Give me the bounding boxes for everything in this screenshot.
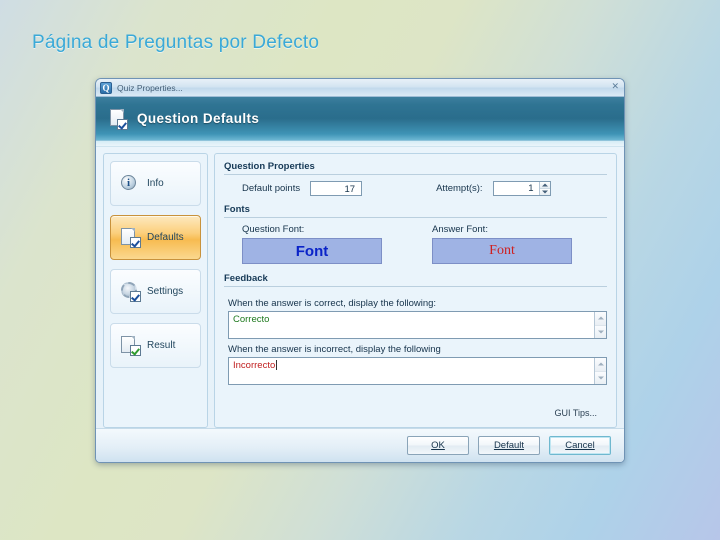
quiz-app-icon: Q	[100, 81, 112, 94]
correct-feedback-field[interactable]: Correcto	[228, 311, 607, 339]
dialog-header: Question Defaults	[96, 97, 624, 141]
correct-feedback-label: When the answer is correct, display the …	[228, 298, 437, 309]
stepper-up-button[interactable]	[539, 182, 550, 189]
scroll-down-button[interactable]	[595, 371, 606, 384]
document-check-icon	[109, 108, 128, 130]
incorrect-feedback-label: When the answer is incorrect, display th…	[228, 344, 441, 355]
question-font-label: Question Font:	[242, 224, 305, 235]
gear-check-icon	[120, 281, 141, 302]
default-points-label: Default points	[242, 183, 301, 194]
sidebar: Info Defaults Settings Result	[103, 153, 208, 428]
answer-font-button[interactable]: Font	[432, 238, 572, 264]
dialog-footer: OK Default Cancel	[96, 428, 624, 462]
incorrect-feedback-text[interactable]: Incorrecto	[229, 358, 594, 384]
group-title-question-properties: Question Properties	[224, 161, 607, 175]
sidebar-item-label: Result	[147, 340, 176, 351]
attempts-stepper[interactable]: 1	[492, 181, 551, 196]
group-title-fonts: Fonts	[224, 204, 607, 218]
sidebar-item-label: Defaults	[147, 232, 184, 243]
group-title-feedback: Feedback	[224, 273, 607, 287]
question-font-button[interactable]: Font	[242, 238, 382, 264]
dialog-body: Info Defaults Settings Result Question P…	[96, 147, 624, 428]
sidebar-item-label: Info	[147, 178, 164, 189]
header-title: Question Defaults	[137, 111, 260, 126]
scroll-up-button[interactable]	[595, 358, 606, 372]
attempts-value[interactable]: 1	[494, 182, 539, 195]
document-check-gear-icon	[120, 335, 141, 356]
ok-button[interactable]: OK	[407, 436, 469, 455]
stepper-down-button[interactable]	[539, 189, 550, 195]
sidebar-item-defaults[interactable]: Defaults	[110, 215, 201, 260]
dialog-title-text: Quiz Properties...	[117, 82, 183, 93]
gui-tips-link[interactable]: GUI Tips...	[224, 404, 607, 421]
attempts-label: Attempt(s):	[436, 183, 483, 194]
quiz-properties-dialog: Q Quiz Properties... ✕ Question Defaults…	[95, 78, 625, 463]
sidebar-item-settings[interactable]: Settings	[110, 269, 201, 314]
scroll-up-button[interactable]	[595, 312, 606, 326]
sidebar-item-label: Settings	[147, 286, 184, 297]
sidebar-item-info[interactable]: Info	[110, 161, 201, 206]
info-globe-icon	[120, 173, 141, 194]
settings-pane: Question Properties Default points 17 At…	[214, 153, 617, 428]
answer-font-label: Answer Font:	[432, 224, 488, 235]
default-points-input[interactable]: 17	[310, 181, 363, 196]
scroll-down-button[interactable]	[595, 325, 606, 338]
page-title: Página de Preguntas por Defecto	[32, 32, 320, 53]
document-check-icon	[120, 227, 141, 248]
close-icon[interactable]: ✕	[611, 82, 619, 91]
correct-feedback-text[interactable]: Correcto	[229, 312, 594, 338]
cancel-button[interactable]: Cancel	[549, 436, 611, 455]
incorrect-feedback-field[interactable]: Incorrecto	[228, 357, 607, 385]
default-button[interactable]: Default	[478, 436, 540, 455]
correct-feedback-scrollbar[interactable]	[594, 312, 606, 338]
dialog-titlebar[interactable]: Q Quiz Properties... ✕	[96, 79, 624, 97]
sidebar-item-result[interactable]: Result	[110, 323, 201, 368]
incorrect-feedback-scrollbar[interactable]	[594, 358, 606, 384]
